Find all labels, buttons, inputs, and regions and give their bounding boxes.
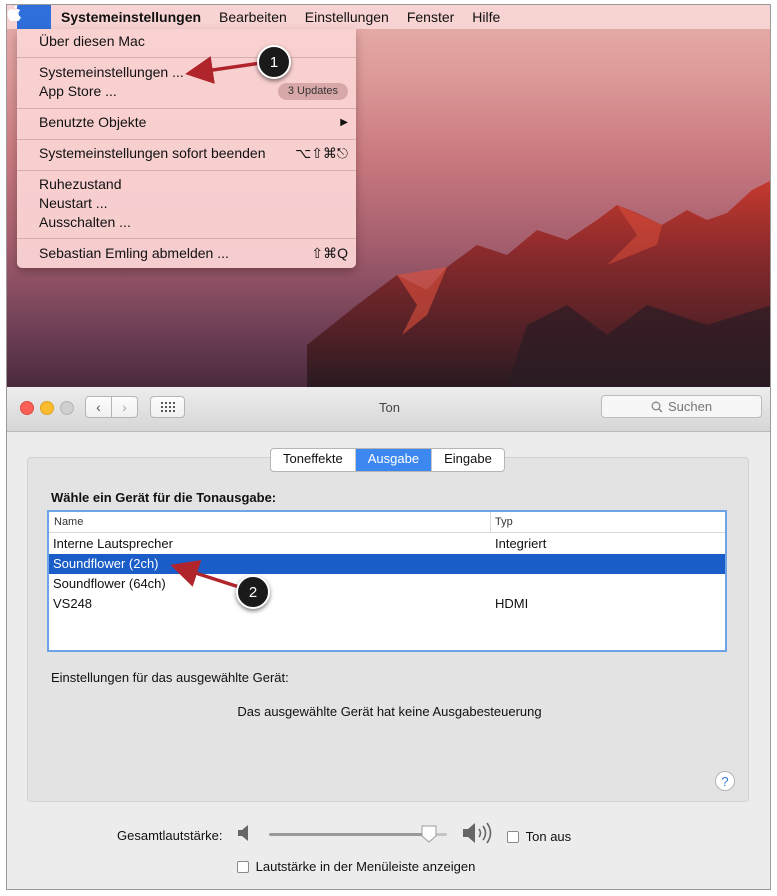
sound-tabs: Toneffekte Ausgabe Eingabe xyxy=(270,448,505,472)
menu-item-recent-items-label: Benutzte Objekte xyxy=(39,114,147,130)
menu-item-about-label: Über diesen Mac xyxy=(39,33,145,49)
speaker-low-icon xyxy=(238,825,248,841)
window-titlebar: ‹ › Ton Suchen xyxy=(7,387,770,432)
menu-separator xyxy=(17,57,356,58)
no-controls-message: Das ausgewählte Gerät hat keine Ausgabes… xyxy=(237,704,542,719)
mute-checkbox-box[interactable] xyxy=(507,830,519,843)
menu-item-app-store[interactable]: App Store ... 3 Updates xyxy=(39,82,348,101)
menu-item-shutdown[interactable]: Ausschalten ... xyxy=(39,213,348,232)
menu-item-recent-items[interactable]: Benutzte Objekte ▶ xyxy=(39,113,348,132)
force-quit-shortcut: ⌥⇧⌘⎋ xyxy=(295,145,348,161)
table-row[interactable]: VS248 HDMI xyxy=(49,594,725,614)
menu-item-system-prefs[interactable]: Systemeinstellungen ... xyxy=(39,63,348,82)
tab-ausgabe[interactable]: Ausgabe xyxy=(355,449,433,471)
device-name: Soundflower (64ch) xyxy=(53,576,166,591)
show-volume-in-menubar-checkbox[interactable]: Lautstärke in der Menüleiste anzeigen xyxy=(237,858,475,874)
mute-label: Ton aus xyxy=(525,829,572,845)
menu-separator xyxy=(17,108,356,109)
menu-hilfe[interactable]: Hilfe xyxy=(463,9,509,25)
show-volume-label: Lautstärke in der Menüleiste anzeigen xyxy=(255,859,476,875)
menu-item-about[interactable]: Über diesen Mac xyxy=(39,32,348,51)
menu-item-app-store-label: App Store ... xyxy=(39,83,117,99)
menu-item-restart-label: Neustart ... xyxy=(39,195,108,211)
device-name: Soundflower (2ch) xyxy=(53,556,159,571)
device-type: Integriert xyxy=(495,536,547,551)
volume-slider-fill xyxy=(269,833,430,836)
updates-badge: 3 Updates xyxy=(277,83,348,100)
menu-bearbeiten[interactable]: Bearbeiten xyxy=(210,9,296,25)
sound-preferences-window: ‹ › Ton Suchen Toneffekte Ausgabe Eingab… xyxy=(7,387,770,889)
settings-label: Einstellungen für das ausgewählte Gerät: xyxy=(51,670,289,685)
tab-eingabe[interactable]: Eingabe xyxy=(432,449,504,471)
table-row-selected[interactable]: Soundflower (2ch) xyxy=(49,554,725,574)
speaker-high-icon xyxy=(463,822,492,844)
device-type: HDMI xyxy=(495,596,529,611)
device-name: Interne Lautsprecher xyxy=(53,536,173,551)
table-row[interactable]: Interne Lautsprecher Integriert xyxy=(49,534,725,554)
menu-item-logout-label: Sebastian Emling abmelden ... xyxy=(39,245,229,261)
menu-item-sleep-label: Ruhezustand xyxy=(39,176,122,192)
device-prompt: Wähle ein Gerät für die Tonausgabe: xyxy=(51,490,277,505)
menu-item-force-quit-label: Systemeinstellungen sofort beenden xyxy=(39,145,266,161)
annotation-marker-2: 2 xyxy=(236,575,270,609)
submenu-arrow-icon: ▶ xyxy=(340,117,348,128)
menu-item-force-quit[interactable]: Systemeinstellungen sofort beenden ⌥⇧⌘⎋ xyxy=(39,144,348,163)
column-divider xyxy=(490,512,491,532)
table-row[interactable]: Soundflower (64ch) xyxy=(49,574,725,594)
volume-slider-knob[interactable] xyxy=(421,825,437,843)
menu-separator xyxy=(17,238,356,239)
volume-label: Gesamtlautstärke: xyxy=(117,828,223,843)
annotation-marker-1: 1 xyxy=(257,45,291,79)
table-header: Name Typ xyxy=(49,512,725,533)
menu-bar: Systemeinstellungen Bearbeiten Einstellu… xyxy=(7,5,770,29)
search-field[interactable]: Suchen xyxy=(601,395,762,418)
help-button[interactable]: ? xyxy=(715,771,735,791)
menu-app-name[interactable]: Systemeinstellungen xyxy=(51,9,210,25)
menu-item-logout[interactable]: Sebastian Emling abmelden ... ⇧⌘Q xyxy=(39,244,348,263)
menu-item-sleep[interactable]: Ruhezustand xyxy=(39,175,348,194)
apple-menu-button[interactable] xyxy=(7,5,51,29)
column-header-name[interactable]: Name xyxy=(54,516,83,528)
menu-item-shutdown-label: Ausschalten ... xyxy=(39,214,131,230)
search-placeholder: Suchen xyxy=(667,399,713,414)
menu-separator xyxy=(17,170,356,171)
output-device-table: Name Typ Interne Lautsprecher Integriert… xyxy=(47,510,727,652)
menu-separator xyxy=(17,139,356,140)
menu-item-system-prefs-label: Systemeinstellungen ... xyxy=(39,64,184,80)
tab-toneffekte[interactable]: Toneffekte xyxy=(271,449,356,471)
column-header-type[interactable]: Typ xyxy=(495,516,513,528)
show-volume-checkbox-box[interactable] xyxy=(237,860,249,873)
screenshot-frame: Systemeinstellungen Bearbeiten Einstellu… xyxy=(6,4,771,890)
menu-einstellungen[interactable]: Einstellungen xyxy=(296,9,398,25)
search-icon xyxy=(651,401,663,413)
menu-item-restart[interactable]: Neustart ... xyxy=(39,194,348,213)
device-name: VS248 xyxy=(53,596,93,611)
desktop-wallpaper: Systemeinstellungen Bearbeiten Einstellu… xyxy=(7,5,770,387)
mute-checkbox[interactable]: Ton aus xyxy=(507,828,571,844)
menu-fenster[interactable]: Fenster xyxy=(398,9,463,25)
apple-logo-icon xyxy=(7,5,21,21)
apple-dropdown-menu: Über diesen Mac Systemeinstellungen ... … xyxy=(17,29,356,268)
logout-shortcut: ⇧⌘Q xyxy=(311,245,348,261)
